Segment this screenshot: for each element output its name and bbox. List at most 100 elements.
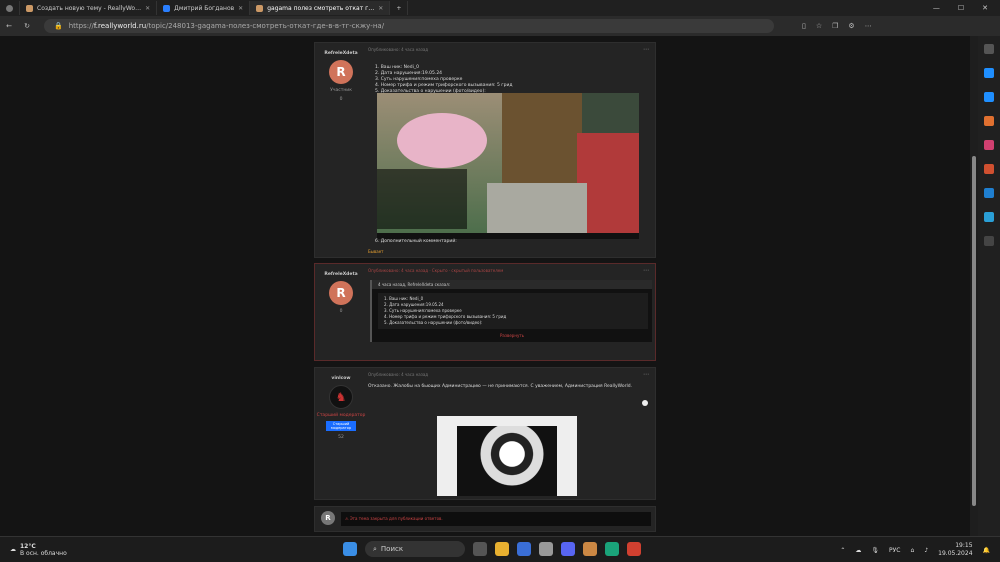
url-path: /topic/248013-gagama-полез-смотреть-отка… (146, 22, 385, 30)
close-icon[interactable]: ✕ (145, 5, 150, 12)
address-bar: ← ↻ 🔒 https://f.reallyworld.ru/topic/248… (0, 16, 1000, 36)
url-prefix: https:// (68, 22, 94, 30)
post-author: vinlcow ♞ Старший модератор Старший моде… (315, 368, 367, 499)
system-tray: ⌃ ☁ 🎙 РУС ⌂ ♪ 19:15 19.05.2024 🔔 (840, 542, 990, 558)
outlook-icon[interactable] (984, 188, 994, 198)
post-menu-icon[interactable]: ⋯ (643, 371, 649, 378)
date: 19.05.2024 (938, 550, 973, 557)
avatar[interactable]: R (329, 281, 353, 305)
weather-text: В осн. облачно (20, 549, 67, 557)
post-menu-icon[interactable]: ⋯ (643, 267, 649, 274)
edge-sidebar (978, 36, 1000, 536)
reputation: 52 (338, 435, 344, 440)
mic-icon[interactable]: 🎙 (871, 547, 879, 554)
tab-2[interactable]: gagama полез смотреть откат г… ✕ (250, 1, 391, 15)
post-3: vinlcow ♞ Старший модератор Старший моде… (314, 367, 656, 500)
post-menu-icon[interactable]: ⋯ (643, 46, 649, 53)
post-author: RefreleXdeta R Участник 0 (315, 43, 367, 257)
reply-area: R ⚠ Эта тема закрыта для публикации отве… (314, 506, 656, 532)
cloud-icon[interactable]: ☁ (855, 547, 861, 554)
edge-icon[interactable] (605, 542, 619, 556)
shopping-icon[interactable] (984, 92, 994, 102)
post-author: RefreleXdeta R 0 (315, 264, 367, 360)
bookmark-icon[interactable] (984, 68, 994, 78)
games-icon[interactable] (984, 116, 994, 126)
reputation: 0 (339, 97, 343, 102)
collections-icon[interactable]: ❐ (832, 22, 838, 30)
evidence-image[interactable] (377, 93, 639, 239)
avatar[interactable]: R (329, 60, 353, 84)
minimize-icon[interactable]: — (933, 4, 940, 12)
post-content: 1. Ваш ник: Nedi_0 2. Дата нарушения:19.… (375, 65, 513, 95)
video-favicon-icon (163, 4, 171, 12)
author-name[interactable]: RefreleXdeta (315, 272, 367, 277)
scrollbar[interactable] (970, 36, 978, 536)
site-favicon-icon (256, 4, 264, 12)
menu-icon[interactable]: ⋯ (865, 22, 872, 30)
search-icon: ⌕ (373, 544, 377, 553)
post-meta: Опубликовано: 4 часа назад (368, 47, 429, 52)
clock[interactable]: 19:15 19.05.2024 (938, 542, 972, 558)
taskbar-search[interactable]: ⌕ Поиск (365, 541, 465, 557)
quote-body: 1. Ваш ник: Nedi_0 2. Дата нарушения:19.… (378, 293, 648, 329)
office-icon[interactable] (984, 164, 994, 174)
store-icon[interactable] (517, 542, 531, 556)
extensions-icon[interactable]: ⚙ (848, 22, 854, 30)
author-name[interactable]: RefreleXdeta (315, 51, 367, 56)
closed-notice: ⚠ Эта тема закрыта для публикации ответо… (341, 512, 651, 526)
tab-0[interactable]: Создать новую тему - ReallyWo… ✕ (20, 1, 158, 15)
search-label: Поиск (380, 545, 404, 553)
site-favicon-icon (26, 4, 33, 12)
list-item: 5. Доказательства о нарушении (фото/виде… (384, 320, 483, 325)
telegram-icon[interactable] (984, 212, 994, 222)
close-window-icon[interactable]: ✕ (982, 4, 988, 12)
url-input[interactable]: 🔒 https://f.reallyworld.ru/topic/248013-… (44, 19, 774, 33)
split-screen-icon[interactable]: ▯ (802, 22, 806, 30)
avatar[interactable]: ♞ (329, 385, 353, 409)
network-icon[interactable]: ⌂ (911, 547, 915, 554)
game-icon[interactable] (583, 542, 597, 556)
avatar: R (321, 511, 335, 525)
close-icon[interactable]: ✕ (378, 5, 383, 12)
post-1: RefreleXdeta R Участник 0 Опубликовано: … (314, 42, 656, 258)
quote-header: 4 часа назад, RefreleXdeta сказал: (372, 280, 652, 289)
new-tab-button[interactable]: + (390, 1, 409, 15)
role-badge: Старший модератор (326, 421, 356, 431)
file-explorer-icon[interactable] (495, 542, 509, 556)
expand-link[interactable]: Развернуть (372, 333, 652, 338)
post-meta: Опубликовано: 4 часа назад (368, 372, 429, 377)
post-2: RefreleXdeta R 0 Опубликовано: 4 часа на… (314, 263, 656, 361)
author-name[interactable]: vinlcow (315, 376, 367, 381)
author-role: Старший модератор (316, 413, 366, 418)
tools-icon[interactable] (984, 140, 994, 150)
notification-icon[interactable]: 🔔 (983, 547, 990, 554)
language-indicator[interactable]: РУС (889, 547, 900, 554)
profile-button[interactable] (0, 1, 20, 15)
profile-icon (6, 4, 13, 12)
url-host: f.reallyworld.ru (93, 22, 147, 30)
discord-icon[interactable] (561, 542, 575, 556)
post-text: Отказано. Жалобы на бьющих Администрацию… (368, 384, 633, 389)
reaction-label[interactable]: Бывает (368, 249, 384, 254)
scrollbar-thumb[interactable] (972, 156, 976, 506)
weather-widget[interactable]: ☁ 12°C В осн. облачно (0, 543, 180, 557)
favorites-icon[interactable]: ☆ (816, 22, 822, 30)
browser-icon[interactable] (627, 542, 641, 556)
maximize-icon[interactable]: ☐ (958, 4, 964, 12)
tab-1[interactable]: Дмитрий Богданов ✕ (157, 1, 251, 15)
search-icon[interactable] (984, 44, 994, 54)
app-icon[interactable] (539, 542, 553, 556)
close-icon[interactable]: ✕ (238, 5, 243, 12)
refresh-icon[interactable]: ↻ (18, 22, 36, 30)
add-icon[interactable] (984, 236, 994, 246)
like-icon[interactable] (642, 400, 648, 406)
post-meta: Опубликовано: 4 часа назад · Скрыто · ск… (368, 268, 504, 273)
tab-label: Создать новую тему - ReallyWo… (37, 4, 142, 12)
tab-label: Дмитрий Богданов (174, 4, 235, 12)
task-view-icon[interactable] (473, 542, 487, 556)
start-icon[interactable] (343, 542, 357, 556)
back-icon[interactable]: ← (0, 22, 18, 30)
volume-icon[interactable]: ♪ (924, 547, 928, 554)
extra-comment: 6. Дополнительный комментарий: (375, 239, 457, 244)
chevron-up-icon[interactable]: ⌃ (840, 547, 845, 554)
